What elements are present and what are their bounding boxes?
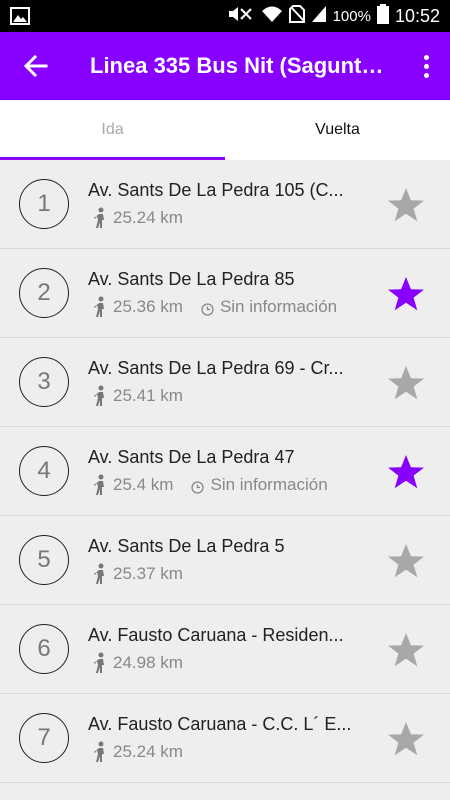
star-icon [388, 188, 424, 222]
stop-distance: 25.36 km [113, 297, 183, 316]
stop-meta: 25.24 km [91, 740, 363, 764]
stop-distance: 25.37 km [113, 564, 183, 583]
star-icon [388, 366, 424, 400]
stop-distance: 24.98 km [113, 653, 183, 672]
stop-name: Av. Fausto Caruana - C.C. L´ E... [88, 714, 352, 734]
stop-meta: 25.41 km [91, 384, 363, 408]
stop-meta: 25.36 km Sin información [91, 295, 363, 319]
status-bar: 100% 10:52 [0, 0, 450, 32]
star-icon [388, 633, 424, 667]
battery-icon [376, 4, 389, 28]
favorite-star-button[interactable] [386, 275, 426, 313]
stop-name: Av. Sants De La Pedra 5 [88, 536, 285, 556]
walking-icon [91, 563, 109, 585]
clock-icon [201, 301, 214, 316]
stop-number: 1 [19, 179, 69, 229]
stop-name: Av. Sants De La Pedra 85 [88, 269, 295, 289]
stop-distance: 25.24 km [113, 742, 183, 761]
favorite-star-button[interactable] [386, 453, 426, 491]
stop-distance: 25.24 km [113, 208, 183, 227]
stop-meta: 25.37 km [91, 562, 363, 586]
star-icon [388, 722, 424, 756]
favorite-star-button[interactable] [386, 542, 426, 580]
stop-number: 4 [19, 446, 69, 496]
arrival-info: Sin información [191, 475, 328, 495]
image-icon [10, 7, 30, 30]
favorite-star-button[interactable] [386, 364, 426, 402]
stop-number: 2 [19, 268, 69, 318]
stop-name: Av. Sants De La Pedra 69 - Cr... [88, 358, 344, 378]
star-icon [388, 455, 424, 489]
stop-name: Av. Sants De La Pedra 47 [88, 447, 295, 467]
wifi-icon [261, 5, 283, 27]
stop-number: 6 [19, 624, 69, 674]
battery-percent: 100% [332, 7, 371, 25]
favorite-star-button[interactable] [386, 631, 426, 669]
stop-number: 7 [19, 713, 69, 763]
walking-icon [91, 741, 109, 763]
stop-distance: 25.41 km [113, 386, 183, 405]
mute-icon [227, 5, 255, 27]
list-item[interactable]: 1 Av. Sants De La Pedra 105 (C... 25.24 km [0, 160, 450, 249]
arrival-info-text: Sin información [210, 475, 328, 494]
stop-number: 3 [19, 357, 69, 407]
page-title: Linea 335 Bus Nit (Sagunto - Valencia) [90, 53, 390, 78]
stop-list: 1 Av. Sants De La Pedra 105 (C... 25.24 km… [0, 160, 450, 783]
more-vertical-icon [423, 54, 429, 60]
stop-distance: 25.4 km [113, 475, 174, 494]
walking-icon [91, 296, 109, 318]
list-item[interactable]: 2 Av. Sants De La Pedra 85 25.36 km Sin inf… [0, 249, 450, 338]
clock-icon [191, 479, 205, 494]
favorite-star-button[interactable] [386, 186, 426, 224]
list-item[interactable]: 5 Av. Sants De La Pedra 5 25.37 km [0, 516, 450, 605]
stop-name: Av. Sants De La Pedra 105 (C... [88, 180, 344, 200]
no-sim-icon [288, 5, 305, 27]
tab-ida[interactable]: Ida [0, 100, 225, 160]
stop-meta: 25.4 km Sin información [91, 473, 363, 497]
arrival-info-text: Sin información [219, 297, 338, 316]
tab-vuelta[interactable]: Vuelta [225, 100, 450, 160]
arrow-left-icon [23, 54, 48, 78]
list-item[interactable]: 7 Av. Fausto Caruana - C.C. L´ E... 25.24 … [0, 694, 450, 783]
app-bar: Linea 335 Bus Nit (Sagunto - Valencia) [0, 32, 450, 100]
walking-icon [91, 385, 109, 407]
walking-icon [91, 207, 109, 229]
star-icon [388, 277, 424, 311]
stop-name: Av. Fausto Caruana - Residen... [88, 625, 344, 645]
stop-number: 5 [19, 535, 69, 585]
list-item[interactable]: 3 Av. Sants De La Pedra 69 - Cr... 25.41 k… [0, 338, 450, 427]
clock-time: 10:52 [394, 5, 440, 26]
direction-tabs: Ida Vuelta [0, 100, 450, 160]
walking-icon [91, 652, 109, 674]
more-options-button[interactable] [418, 52, 434, 80]
favorite-star-button[interactable] [386, 720, 426, 758]
back-button[interactable] [22, 52, 50, 80]
stop-meta: 25.24 km [91, 206, 363, 230]
star-icon [388, 544, 424, 578]
list-item[interactable]: 4 Av. Sants De La Pedra 47 25.4 km Sin info… [0, 427, 450, 516]
stop-meta: 24.98 km [91, 651, 363, 675]
list-item[interactable]: 6 Av. Fausto Caruana - Residen... 24.98 km [0, 605, 450, 694]
arrival-info: Sin información [201, 297, 337, 317]
signal-icon [311, 5, 327, 27]
walking-icon [91, 474, 109, 496]
